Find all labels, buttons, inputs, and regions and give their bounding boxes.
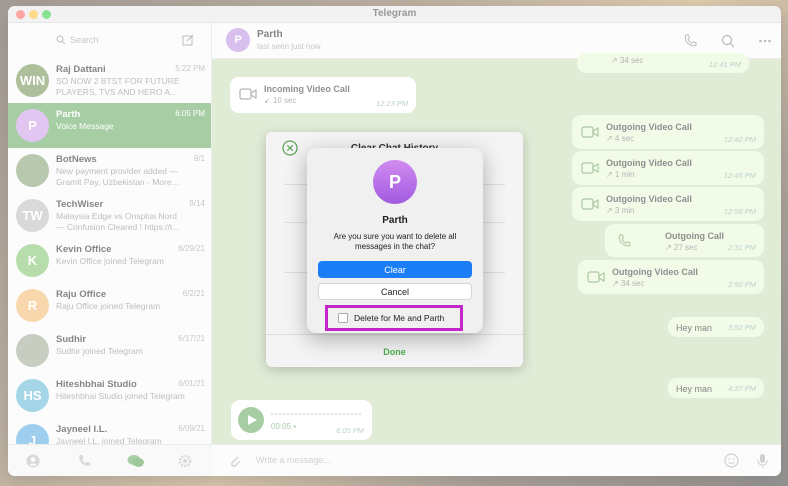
delete-for-both-checkbox[interactable] — [338, 313, 348, 323]
delete-for-both-option[interactable]: Delete for Me and Parth — [325, 305, 463, 331]
cancel-button[interactable]: Cancel — [318, 283, 472, 300]
alert-message: Are you sure you want to delete all mess… — [333, 232, 457, 251]
confirm-clear-alert: P Parth Are you sure you want to delete … — [307, 148, 483, 333]
avatar: P — [373, 160, 417, 204]
checkbox-label: Delete for Me and Parth — [354, 313, 445, 323]
done-button[interactable]: Done — [266, 347, 523, 357]
clear-button[interactable]: Clear — [318, 261, 472, 278]
alert-title: Parth — [382, 215, 408, 226]
divider — [266, 334, 523, 335]
